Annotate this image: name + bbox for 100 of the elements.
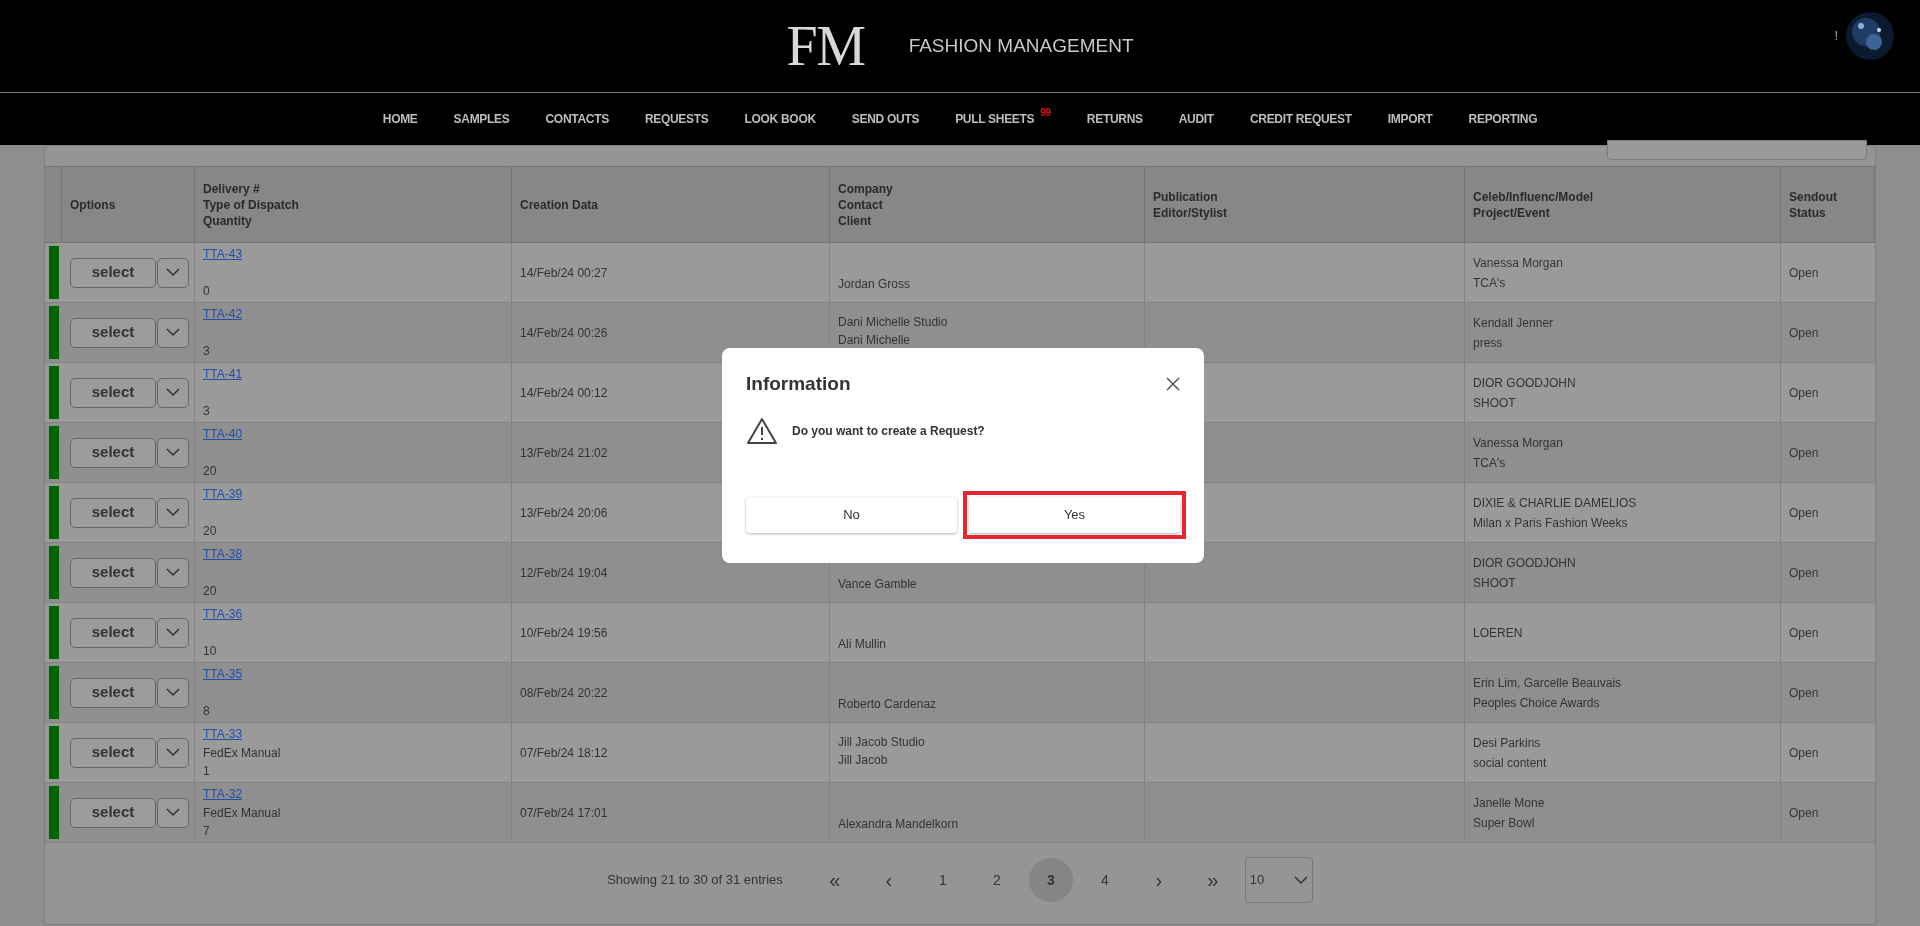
delivery-link[interactable]: TTA-42 xyxy=(203,306,243,322)
column-header: Creation Data xyxy=(520,196,599,213)
select-button[interactable]: select xyxy=(70,677,156,708)
count-label: 99 xyxy=(1040,107,1051,118)
delivery-link[interactable]: TTA-36 xyxy=(203,606,243,622)
page-size-select[interactable]: 10 xyxy=(1244,857,1313,903)
table-cell-text: 13/Feb/24 20:06 xyxy=(520,504,608,522)
page-button[interactable]: 4 xyxy=(1082,858,1127,902)
column-header: Publication Editor/Stylist xyxy=(1153,188,1227,221)
contact-name: Roberto Cardenaz xyxy=(838,696,937,713)
delivery-link[interactable]: TTA-41 xyxy=(203,366,243,382)
table-cell-text: 08/Feb/24 20:22 xyxy=(520,684,608,702)
quantity: 3 xyxy=(203,403,210,419)
celebrity-name: Vanessa Morgan xyxy=(1473,254,1563,272)
close-icon[interactable] xyxy=(1166,377,1180,392)
chevron-down-icon xyxy=(166,568,180,577)
page-button[interactable]: 2 xyxy=(974,858,1019,902)
contact-name: Dani Michelle xyxy=(838,332,911,349)
alert-mark: ! xyxy=(1834,27,1838,45)
dropdown-toggle[interactable] xyxy=(157,677,189,708)
delivery-link[interactable]: TTA-32 xyxy=(203,786,243,802)
dropdown-toggle[interactable] xyxy=(157,437,189,468)
status-text: Open xyxy=(1789,564,1819,582)
select-button[interactable]: select xyxy=(70,437,156,468)
dialog-message: Do you want to create a Request? xyxy=(792,422,985,440)
dispatch-type: FedEx Manual xyxy=(203,804,281,821)
first-page-button[interactable]: « xyxy=(812,858,857,902)
last-page-button[interactable]: » xyxy=(1190,858,1235,902)
select-button[interactable]: select xyxy=(70,797,156,828)
chevron-down-icon xyxy=(166,328,180,337)
project-name: Milan x Paris Fashion Weeks xyxy=(1473,514,1628,532)
chevron-down-icon xyxy=(166,688,180,697)
nav-link[interactable]: HOME xyxy=(364,110,436,128)
warning-icon xyxy=(746,416,778,445)
celebrity-name: DIOR GOODJOHN xyxy=(1473,374,1576,392)
dropdown-toggle[interactable] xyxy=(157,257,189,288)
quantity: 7 xyxy=(203,823,210,839)
nav-link[interactable]: RETURNS xyxy=(1068,110,1161,128)
delivery-link[interactable]: TTA-38 xyxy=(203,546,243,562)
search-field[interactable] xyxy=(1607,140,1867,160)
delivery-link[interactable]: TTA-40 xyxy=(203,426,243,442)
next-page-button[interactable]: › xyxy=(1136,858,1181,902)
select-button[interactable]: select xyxy=(70,557,156,588)
nav-link[interactable]: IMPORT xyxy=(1369,110,1451,128)
table-cell-text: 12/Feb/24 19:04 xyxy=(520,564,608,582)
status-text: Open xyxy=(1789,444,1819,462)
quantity: 10 xyxy=(203,643,217,659)
dropdown-toggle[interactable] xyxy=(157,737,189,768)
celebrity-name: Erin Lim, Garcelle Beauvais xyxy=(1473,674,1622,692)
table-cell-text: 14/Feb/24 00:26 xyxy=(520,324,608,342)
dropdown-toggle[interactable] xyxy=(157,617,189,648)
nav-link[interactable]: CREDIT REQUEST xyxy=(1231,110,1370,128)
select-button[interactable]: select xyxy=(70,317,156,348)
delivery-link[interactable]: TTA-33 xyxy=(203,726,243,742)
app-title: FASHION MANAGEMENT xyxy=(908,33,1134,58)
chevron-down-icon xyxy=(166,448,180,457)
delivery-link[interactable]: TTA-39 xyxy=(203,486,243,502)
project-name: TCA's xyxy=(1473,274,1506,292)
project-name: press xyxy=(1473,334,1503,352)
dialog-title: Information xyxy=(746,372,851,396)
quantity: 3 xyxy=(203,343,210,359)
select-button[interactable]: select xyxy=(70,377,156,408)
select-button[interactable]: select xyxy=(70,617,156,648)
dropdown-toggle[interactable] xyxy=(157,317,189,348)
nav-link[interactable]: SAMPLES xyxy=(435,110,528,128)
table-cell-text: 14/Feb/24 00:27 xyxy=(520,264,608,282)
dropdown-toggle[interactable] xyxy=(157,797,189,828)
dropdown-toggle[interactable] xyxy=(157,557,189,588)
select-button[interactable]: select xyxy=(70,737,156,768)
contact-name: Jordan Gross xyxy=(838,276,911,293)
status-text: Open xyxy=(1789,504,1819,522)
nav-link[interactable]: LOOK BOOK xyxy=(726,110,834,128)
page-button[interactable]: 1 xyxy=(920,858,965,902)
chevron-down-icon xyxy=(166,748,180,757)
dropdown-toggle[interactable] xyxy=(157,497,189,528)
quantity: 8 xyxy=(203,703,210,719)
quantity: 0 xyxy=(203,283,210,299)
company-name: Jill Jacob Studio xyxy=(838,734,925,751)
dialog-button[interactable]: Yes xyxy=(969,496,1180,533)
celebrity-name: Janelle Mone xyxy=(1473,794,1545,812)
nav-link[interactable]: REPORTING xyxy=(1450,110,1556,128)
nav-link[interactable]: PULL SHEETS $^{99}$ xyxy=(937,110,1069,128)
select-button[interactable]: select xyxy=(70,497,156,528)
contact-name: Vance Gamble xyxy=(838,576,917,593)
dropdown-toggle[interactable] xyxy=(157,377,189,408)
chevron-down-icon xyxy=(166,508,180,517)
select-button[interactable]: select xyxy=(70,257,156,288)
dialog-button[interactable]: No xyxy=(746,496,957,533)
nav-link[interactable]: CONTACTS xyxy=(527,110,627,128)
previous-page-button[interactable]: ‹ xyxy=(866,858,911,902)
nav-link[interactable]: SEND OUTS xyxy=(833,110,938,128)
page-button[interactable]: 3 xyxy=(1028,858,1073,902)
delivery-link[interactable]: TTA-43 xyxy=(203,246,243,262)
project-name: Super Bowl xyxy=(1473,814,1535,832)
nav-link[interactable]: REQUESTS xyxy=(626,110,727,128)
contact-name: Alexandra Mandelkorn xyxy=(838,816,959,833)
nav-link[interactable]: AUDIT xyxy=(1160,110,1232,128)
delivery-link[interactable]: TTA-35 xyxy=(203,666,243,682)
status-text: Open xyxy=(1789,324,1819,342)
chevron-down-icon xyxy=(166,808,180,817)
